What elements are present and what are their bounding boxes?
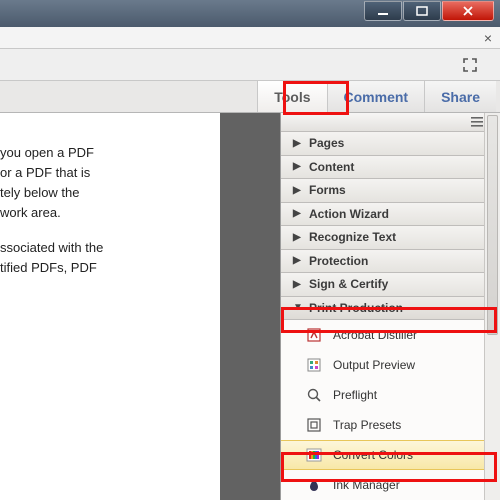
chevron-right-icon: ▶ xyxy=(293,185,303,196)
item-label: Preflight xyxy=(333,388,377,402)
section-content[interactable]: ▶ Content xyxy=(281,156,500,179)
section-print-production[interactable]: ▼ Print Production xyxy=(281,297,500,320)
section-sign-certify[interactable]: ▶ Sign & Certify xyxy=(281,273,500,296)
chevron-down-icon: ▼ xyxy=(293,302,303,313)
section-label: Content xyxy=(309,160,354,174)
window-maximize-button[interactable] xyxy=(403,1,441,21)
section-pages[interactable]: ▶ Pages xyxy=(281,132,500,155)
panel-header xyxy=(281,113,500,132)
window-minimize-button[interactable] xyxy=(364,1,402,21)
section-label: Sign & Certify xyxy=(309,277,388,291)
section-label: Print Production xyxy=(309,301,403,315)
tab-label: Tools xyxy=(274,89,310,105)
item-acrobat-distiller[interactable]: Acrobat Distiller xyxy=(281,320,500,350)
document-gutter xyxy=(220,113,280,500)
convert-colors-icon xyxy=(305,446,323,464)
document-view: you open a PDF or a PDF that is tely bel… xyxy=(0,113,220,500)
section-label: Recognize Text xyxy=(309,230,396,244)
toolbar-strip xyxy=(0,49,500,81)
ink-manager-icon xyxy=(305,476,323,494)
trap-presets-icon xyxy=(305,416,323,434)
panel-scrollbar[interactable] xyxy=(484,113,500,500)
chevron-right-icon: ▶ xyxy=(293,138,303,149)
section-recognize-text[interactable]: ▶ Recognize Text xyxy=(281,226,500,249)
tab-share[interactable]: Share xyxy=(424,81,496,112)
chevron-right-icon: ▶ xyxy=(293,232,303,243)
item-output-preview[interactable]: Output Preview xyxy=(281,350,500,380)
tab-label: Comment xyxy=(344,89,409,105)
chevron-right-icon: ▶ xyxy=(293,161,303,172)
fullscreen-icon[interactable] xyxy=(460,55,480,75)
item-preflight[interactable]: Preflight xyxy=(281,380,500,410)
tab-tools[interactable]: Tools xyxy=(257,81,326,112)
section-label: Pages xyxy=(309,136,344,150)
preflight-icon xyxy=(305,386,323,404)
item-trap-presets[interactable]: Trap Presets xyxy=(281,410,500,440)
section-label: Forms xyxy=(309,183,346,197)
print-production-items: Acrobat Distiller Output Preview Preflig… xyxy=(281,320,500,500)
item-label: Output Preview xyxy=(333,358,415,372)
item-ink-manager[interactable]: Ink Manager xyxy=(281,470,500,500)
tab-comment[interactable]: Comment xyxy=(327,81,425,112)
item-label: Ink Manager xyxy=(333,478,400,492)
section-protection[interactable]: ▶ Protection xyxy=(281,250,500,273)
window-close-button[interactable] xyxy=(442,1,494,21)
window-titlebar xyxy=(0,0,500,27)
item-label: Acrobat Distiller xyxy=(333,328,417,342)
item-label: Convert Colors xyxy=(333,448,413,462)
output-preview-icon xyxy=(305,356,323,374)
section-action-wizard[interactable]: ▶ Action Wizard xyxy=(281,203,500,226)
scrollbar-thumb[interactable] xyxy=(487,115,498,335)
item-convert-colors[interactable]: Convert Colors xyxy=(281,440,500,470)
section-label: Protection xyxy=(309,254,368,268)
chevron-right-icon: ▶ xyxy=(293,208,303,219)
tab-label: Share xyxy=(441,89,480,105)
close-icon[interactable]: × xyxy=(484,31,492,45)
section-label: Action Wizard xyxy=(309,207,389,221)
chevron-right-icon: ▶ xyxy=(293,255,303,266)
distiller-icon xyxy=(305,326,323,344)
section-forms[interactable]: ▶ Forms xyxy=(281,179,500,202)
item-label: Trap Presets xyxy=(333,418,401,432)
chevron-right-icon: ▶ xyxy=(293,279,303,290)
side-panel-tabs: Tools Comment Share xyxy=(0,81,500,113)
document-tab-strip: × xyxy=(0,27,500,49)
tools-panel: ▶ Pages ▶ Content ▶ Forms ▶ Action Wizard ▶ R… xyxy=(280,113,500,500)
